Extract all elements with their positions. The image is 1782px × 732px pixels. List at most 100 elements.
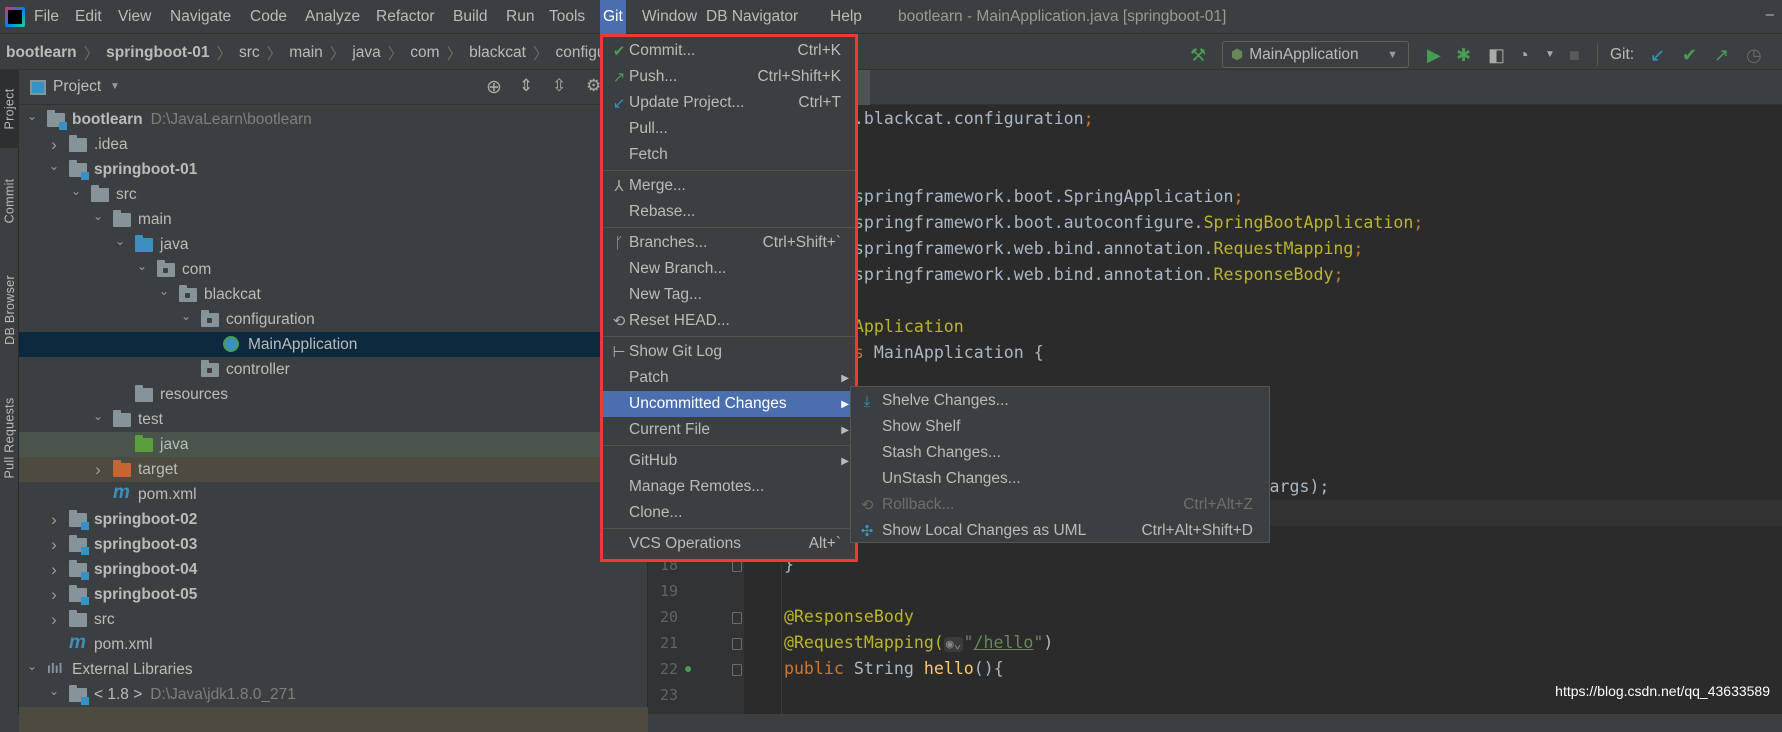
git-history-icon[interactable]: ◷	[1746, 44, 1762, 66]
menu-navigate[interactable]: Navigate	[166, 0, 235, 34]
fold-marker-icon[interactable]	[732, 612, 742, 624]
code-line-8[interactable]: springframework.web.bind.annotation.Resp…	[854, 262, 1344, 288]
breadcrumb-item[interactable]: com	[410, 44, 439, 62]
git-menu-item-rebase[interactable]: Rebase...	[603, 199, 855, 225]
run-icon[interactable]: ▶	[1427, 44, 1441, 66]
tree-item[interactable]	[19, 707, 648, 732]
git-menu-item-current-file[interactable]: Current File ▶	[603, 417, 855, 443]
tree-item[interactable]: › springboot-05	[19, 582, 648, 607]
tree-item[interactable]: MainApplication	[19, 332, 648, 357]
run-configuration-select[interactable]: ⬢ MainApplication ▼	[1222, 41, 1409, 68]
tree-item[interactable]: ⌄ main	[19, 207, 648, 232]
chevron-down-icon[interactable]: ⌄	[157, 284, 171, 298]
coverage-icon[interactable]: ◧	[1488, 44, 1505, 66]
menu-refactor[interactable]: Refactor	[372, 0, 439, 34]
git-menu-item-update-project[interactable]: ↙ Update Project... Ctrl+T	[603, 90, 855, 116]
tree-item[interactable]: m pom.xml	[19, 482, 648, 507]
chevron-right-icon[interactable]: ›	[47, 560, 61, 580]
code-line-21[interactable]: @RequestMapping(◉⌄ "/hello")	[784, 630, 1053, 658]
git-menu-item-patch[interactable]: Patch ▶	[603, 365, 855, 391]
menu-code[interactable]: Code	[246, 0, 291, 34]
minimize-button[interactable]: –	[1766, 0, 1774, 30]
project-view-select[interactable]: Project	[53, 78, 101, 96]
tree-item[interactable]: ⌄ bootlearn D:\JavaLearn\bootlearn	[19, 107, 648, 132]
tree-item[interactable]: › springboot-03	[19, 532, 648, 557]
menu-build[interactable]: Build	[449, 0, 491, 34]
git-menu-item-commit[interactable]: ✔ Commit... Ctrl+K	[603, 38, 855, 64]
tool-tab-commit[interactable]: Commit	[0, 166, 19, 236]
tree-item[interactable]: ⌄ configuration	[19, 307, 648, 332]
code-line-10[interactable]: Application	[854, 314, 964, 340]
breadcrumb-item[interactable]: main	[289, 44, 323, 62]
debug-icon[interactable]: ✱	[1456, 44, 1471, 66]
git-menu-item-github[interactable]: GitHub ▶	[603, 448, 855, 474]
dropdown-icon[interactable]: ▼	[1545, 44, 1555, 66]
tool-tab-project[interactable]: Project	[0, 70, 19, 148]
gear-icon[interactable]: ⚙	[586, 76, 601, 96]
breadcrumb-item[interactable]: java	[352, 44, 380, 62]
git-menu-item-vcs-operations[interactable]: VCS Operations Alt+`	[603, 531, 855, 557]
chevron-down-icon[interactable]: ⌄	[179, 309, 193, 323]
breadcrumb-item[interactable]: bootlearn	[6, 44, 77, 62]
code-line-1[interactable]: .blackcat.configuration;	[854, 106, 1094, 132]
menu-view[interactable]: View	[114, 0, 155, 34]
locate-file-icon[interactable]: ⊕	[486, 76, 502, 99]
chevron-down-icon[interactable]: ⌄	[47, 684, 61, 698]
submenu-item-stash-changes[interactable]: Stash Changes...	[851, 440, 1269, 466]
tree-item[interactable]: › springboot-02	[19, 507, 648, 532]
code-line-5[interactable]: springframework.boot.SpringApplication;	[854, 184, 1244, 210]
git-menu-item-uncommitted-changes[interactable]: Uncommitted Changes ▶	[603, 391, 855, 417]
submenu-item-shelve-changes[interactable]: ⤓ Shelve Changes...	[851, 388, 1269, 414]
tree-item[interactable]: ⌄ springboot-01	[19, 157, 648, 182]
git-menu-item-manage-remotes[interactable]: Manage Remotes...	[603, 474, 855, 500]
tree-item[interactable]: controller	[19, 357, 648, 382]
tree-item[interactable]: ⌄ com	[19, 257, 648, 282]
profiler-icon[interactable]: ◔	[1518, 44, 1529, 66]
tool-tab-pull-requests[interactable]: Pull Requests	[0, 382, 19, 494]
submenu-item-show-local-changes-as-uml[interactable]: ✣ Show Local Changes as UML Ctrl+Alt+Shift…	[851, 518, 1269, 544]
tool-tab-db-browser[interactable]: DB Browser	[0, 265, 19, 355]
chevron-down-icon[interactable]: ⌄	[91, 209, 105, 223]
menu-file[interactable]: File	[30, 0, 63, 34]
chevron-down-icon[interactable]: ⌄	[47, 159, 61, 173]
menu-db-navigator[interactable]: DB Navigator	[702, 0, 802, 34]
tree-item[interactable]: › .idea	[19, 132, 648, 157]
git-commit-icon[interactable]: ✔	[1682, 44, 1697, 66]
git-push-icon[interactable]: ↗	[1714, 44, 1729, 66]
tree-item[interactable]: ⌄ src	[19, 182, 648, 207]
tree-item[interactable]: ⌄ blackcat	[19, 282, 648, 307]
tree-item[interactable]: ⌄ java	[19, 232, 648, 257]
tree-item[interactable]: › src	[19, 607, 648, 632]
chevron-down-icon[interactable]: ⌄	[25, 659, 39, 673]
chevron-right-icon[interactable]: ›	[47, 135, 61, 155]
menu-edit[interactable]: Edit	[71, 0, 106, 34]
tree-item[interactable]: › target	[19, 457, 648, 482]
code-line-20[interactable]: @ResponseBody	[784, 604, 914, 630]
git-menu-item-push[interactable]: ↗ Push... Ctrl+Shift+K	[603, 64, 855, 90]
menu-analyze[interactable]: Analyze	[301, 0, 364, 34]
git-menu-item-merge[interactable]: ⅄ Merge...	[603, 173, 855, 199]
chevron-down-icon[interactable]: ⌄	[69, 184, 83, 198]
git-menu-item-show-git-log[interactable]: ⊢ Show Git Log	[603, 339, 855, 365]
submenu-item-unstash-changes[interactable]: UnStash Changes...	[851, 466, 1269, 492]
breadcrumb-item[interactable]: src	[239, 44, 260, 62]
git-menu-item-new-branch[interactable]: New Branch...	[603, 256, 855, 282]
build-hammer-icon[interactable]: ⚒	[1190, 44, 1206, 66]
tree-item[interactable]: ⌄ ılıl External Libraries	[19, 657, 648, 682]
code-line-7[interactable]: springframework.web.bind.annotation.Requ…	[854, 236, 1364, 262]
git-menu-item-fetch[interactable]: Fetch	[603, 142, 855, 168]
chevron-down-icon[interactable]: ⌄	[25, 109, 39, 123]
git-menu-item-reset-head[interactable]: ⟲ Reset HEAD...	[603, 308, 855, 334]
collapse-all-icon[interactable]: ⇳	[552, 76, 566, 96]
editor-tab[interactable]	[858, 70, 870, 105]
breadcrumb-item[interactable]: springboot-01	[106, 44, 209, 62]
tree-item[interactable]: java	[19, 432, 648, 457]
menu-tools[interactable]: Tools	[545, 0, 589, 34]
expand-all-icon[interactable]: ⇕	[519, 76, 533, 96]
menu-window[interactable]: Window	[638, 0, 701, 34]
chevron-right-icon[interactable]: ›	[47, 610, 61, 630]
code-line-15[interactable]: args);	[1269, 474, 1329, 500]
chevron-down-icon[interactable]: ⌄	[135, 259, 149, 273]
git-menu-item-new-tag[interactable]: New Tag...	[603, 282, 855, 308]
menu-help[interactable]: Help	[826, 0, 866, 34]
